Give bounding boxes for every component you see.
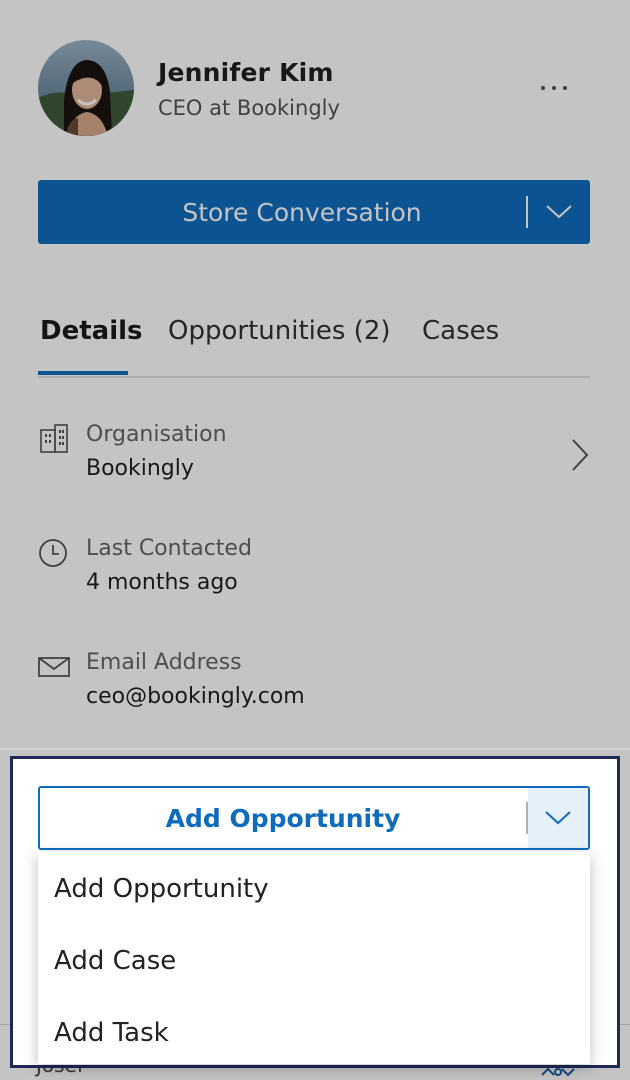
panel-divider	[0, 748, 630, 750]
add-opportunity-button[interactable]: Add Opportunity	[38, 786, 590, 850]
menu-item-add-task[interactable]: Add Task	[54, 1018, 169, 1048]
add-opportunity-label: Add Opportunity	[165, 803, 401, 833]
add-menu: Add Opportunity Add Case Add Task	[38, 852, 590, 1064]
chevron-down-icon	[545, 811, 571, 825]
add-menu-dropdown[interactable]	[528, 788, 588, 848]
menu-item-add-case[interactable]: Add Case	[54, 946, 176, 976]
menu-item-add-opportunity[interactable]: Add Opportunity	[54, 874, 269, 904]
